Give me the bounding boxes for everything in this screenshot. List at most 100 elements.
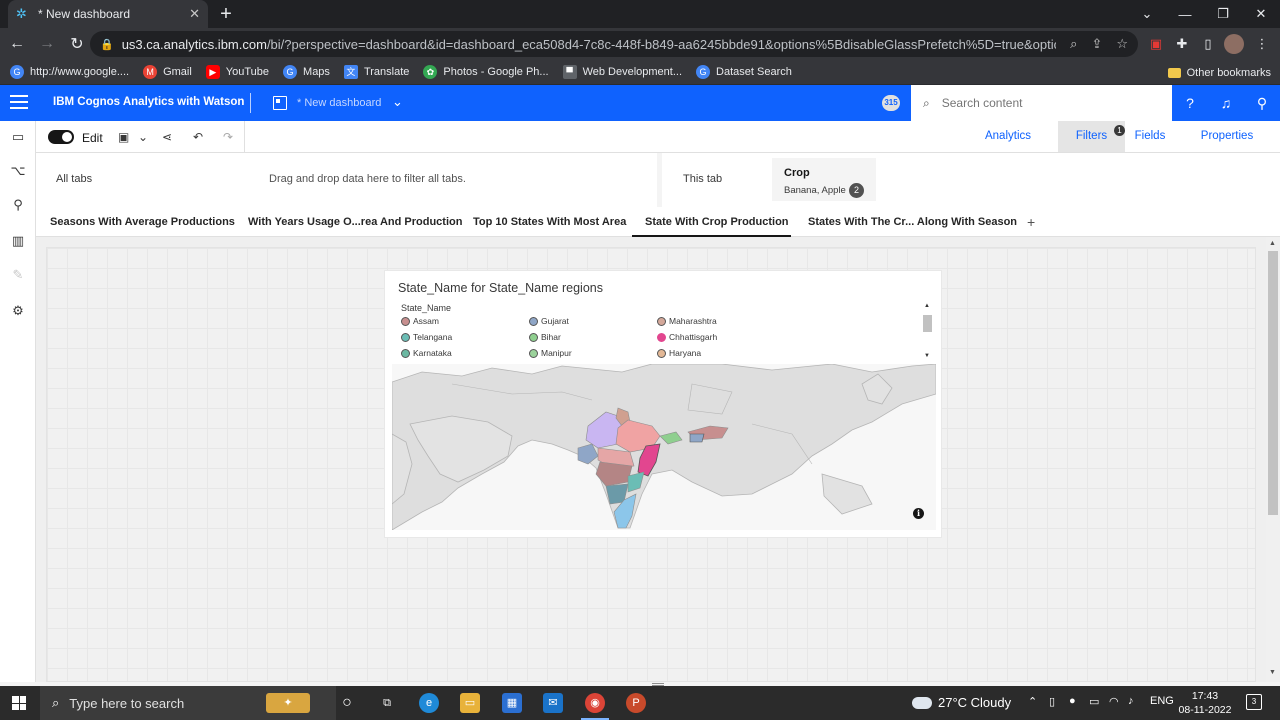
legend-item[interactable]: Manipur — [529, 348, 572, 358]
dashboard-name[interactable]: * New dashboard — [297, 97, 381, 109]
scroll-up-icon[interactable]: ▲ — [1269, 240, 1276, 247]
new-tab-button[interactable]: + — [216, 4, 236, 24]
tab-analytics[interactable]: Analytics — [976, 121, 1040, 152]
edit-mode-toggle[interactable] — [48, 130, 74, 144]
browser-menu-icon[interactable]: ⋮ — [1252, 34, 1272, 54]
zoom-icon[interactable]: ⌕ — [1070, 36, 1077, 52]
canvas-scrollbar[interactable]: ▲ ▼ — [1266, 237, 1280, 682]
scroll-down-icon[interactable]: ▼ — [924, 353, 930, 359]
mail-icon[interactable]: ✉ — [543, 693, 563, 713]
tab-search-icon[interactable]: ⌄ — [1128, 0, 1166, 28]
powerpoint-icon[interactable]: P — [626, 693, 646, 713]
chevron-down-icon[interactable]: ⌄ — [392, 94, 403, 110]
sidebar-icon[interactable]: ▯ — [1198, 34, 1218, 54]
windows-start-icon[interactable] — [12, 696, 26, 710]
search-input[interactable] — [941, 96, 1142, 110]
notification-count-badge[interactable]: 315 — [882, 95, 900, 111]
tray-app-icon[interactable]: ▯ — [1049, 695, 1055, 708]
hamburger-menu-icon[interactable] — [10, 95, 28, 111]
diwali-widget-icon[interactable]: ✦ — [266, 693, 310, 713]
profile-avatar[interactable] — [1224, 34, 1244, 54]
share-icon[interactable]: ⇪ — [1091, 36, 1102, 52]
back-button[interactable]: ← — [4, 31, 30, 57]
chevron-down-icon[interactable]: ⌄ — [138, 130, 148, 144]
language-indicator[interactable]: ENG — [1150, 695, 1174, 707]
cortana-icon[interactable]: ○ — [337, 693, 357, 713]
assistant-icon[interactable]: ⚙ — [10, 303, 26, 319]
tray-camera-icon[interactable]: ● — [1069, 695, 1076, 707]
bookmark-item[interactable]: M Gmail — [143, 65, 192, 79]
search-box[interactable]: ⌕ — [911, 85, 1172, 121]
share-icon[interactable]: ⋖ — [162, 130, 172, 144]
legend-scroll-thumb[interactable] — [923, 315, 932, 332]
store-icon[interactable]: ▦ — [502, 693, 522, 713]
task-view-icon[interactable]: ⧉ — [377, 693, 397, 713]
state-region[interactable] — [689, 433, 705, 443]
comment-icon[interactable]: ▭ — [10, 129, 26, 145]
widgets-icon[interactable]: ✎ — [10, 267, 26, 283]
map-area[interactable] — [392, 364, 936, 530]
extension-icon[interactable]: ▣ — [1146, 34, 1166, 54]
chrome-icon[interactable]: ◉ — [581, 693, 609, 720]
region-map[interactable] — [392, 364, 936, 530]
edge-icon[interactable]: e — [419, 693, 439, 713]
browser-tab[interactable]: ✲ * New dashboard ✕ — [8, 0, 208, 28]
forward-button[interactable]: → — [34, 31, 60, 57]
map-widget[interactable]: State_Name for State_Name regions State_… — [384, 270, 942, 538]
info-icon[interactable]: i — [913, 508, 924, 519]
tab-top-10-states[interactable]: Top 10 States With Most Area — [473, 207, 626, 237]
user-icon[interactable]: ⚲ — [1254, 95, 1270, 111]
help-icon[interactable]: ? — [1182, 95, 1198, 111]
maximize-window-button[interactable]: ❐ — [1204, 0, 1242, 28]
weather-widget[interactable]: 27°C Cloudy — [912, 695, 1011, 710]
pin-icon[interactable]: ⚲ — [10, 197, 26, 213]
legend-item[interactable]: Chhattisgarh — [657, 332, 717, 342]
bookmark-item[interactable]: ✿ Photos - Google Ph... — [423, 65, 549, 79]
close-window-button[interactable]: ✕ — [1242, 0, 1280, 28]
bookmark-item[interactable]: Ghttp://www.google.... — [10, 65, 129, 79]
bookmark-item[interactable]: 文 Translate — [343, 65, 409, 79]
legend-item[interactable]: Karnataka — [401, 348, 452, 358]
save-icon[interactable]: ▣ — [118, 130, 129, 144]
undo-icon[interactable]: ↶ — [193, 130, 203, 144]
legend-item[interactable]: Maharashtra — [657, 316, 717, 326]
all-tabs-filter-panel[interactable]: All tabs Drag and drop data here to filt… — [36, 153, 657, 207]
url-field[interactable]: 🔒 us3.ca.analytics.ibm.com/bi/?perspecti… — [90, 31, 1138, 57]
visualizations-icon[interactable]: ▥ — [10, 233, 26, 249]
action-center-icon[interactable]: 3 — [1246, 694, 1262, 710]
legend-scrollbar[interactable]: ▲ ▼ — [922, 301, 932, 363]
tray-chevron-up-icon[interactable]: ⌃ — [1028, 695, 1037, 708]
legend-item[interactable]: Bihar — [529, 332, 561, 342]
system-clock[interactable]: 17:43 08-11-2022 — [1174, 689, 1236, 717]
redo-icon[interactable]: ↷ — [223, 130, 233, 144]
wifi-icon[interactable]: ◠ — [1109, 695, 1119, 708]
minimize-window-button[interactable]: — — [1166, 0, 1204, 28]
notification-bell-icon[interactable]: ♫ — [1218, 95, 1234, 111]
file-explorer-icon[interactable]: ▭ — [460, 693, 480, 713]
tab-years-usage-area-production[interactable]: With Years Usage O...rea And Production — [248, 207, 462, 237]
reload-button[interactable]: ↻ — [64, 31, 90, 57]
bookmark-item[interactable]: ▶ YouTube — [205, 65, 269, 79]
legend-item[interactable]: Haryana — [657, 348, 701, 358]
scroll-down-icon[interactable]: ▼ — [1269, 669, 1276, 676]
battery-icon[interactable]: ▭ — [1089, 695, 1099, 708]
tab-seasons-average-productions[interactable]: Seasons With Average Productions — [50, 207, 235, 237]
legend-item[interactable]: Assam — [401, 316, 439, 326]
bookmark-item[interactable]: G Dataset Search — [696, 65, 792, 79]
crop-filter-chip[interactable]: Crop Banana, Apple 2 — [772, 158, 876, 201]
tab-properties[interactable]: Properties — [1192, 121, 1262, 152]
scroll-up-icon[interactable]: ▲ — [924, 303, 930, 309]
bookmark-item[interactable]: ▀ Web Development... — [562, 65, 682, 79]
bookmark-star-icon[interactable]: ☆ — [1116, 36, 1128, 52]
legend-item[interactable]: Telangana — [401, 332, 452, 342]
scrollbar-thumb[interactable] — [1268, 251, 1278, 515]
tab-states-crop-season[interactable]: States With The Cr... Along With Season — [808, 207, 1017, 237]
tab-fields[interactable]: Fields — [1125, 121, 1175, 152]
volume-icon[interactable]: ♪ — [1128, 695, 1134, 707]
data-tree-icon[interactable]: ⌥ — [10, 163, 26, 179]
other-bookmarks[interactable]: Other bookmarks — [1167, 60, 1271, 85]
tab-state-crop-production[interactable]: State With Crop Production — [632, 207, 791, 237]
add-tab-button[interactable]: + — [1027, 214, 1035, 230]
extensions-puzzle-icon[interactable]: ✚ — [1172, 34, 1192, 54]
bookmark-item[interactable]: G Maps — [283, 65, 330, 79]
